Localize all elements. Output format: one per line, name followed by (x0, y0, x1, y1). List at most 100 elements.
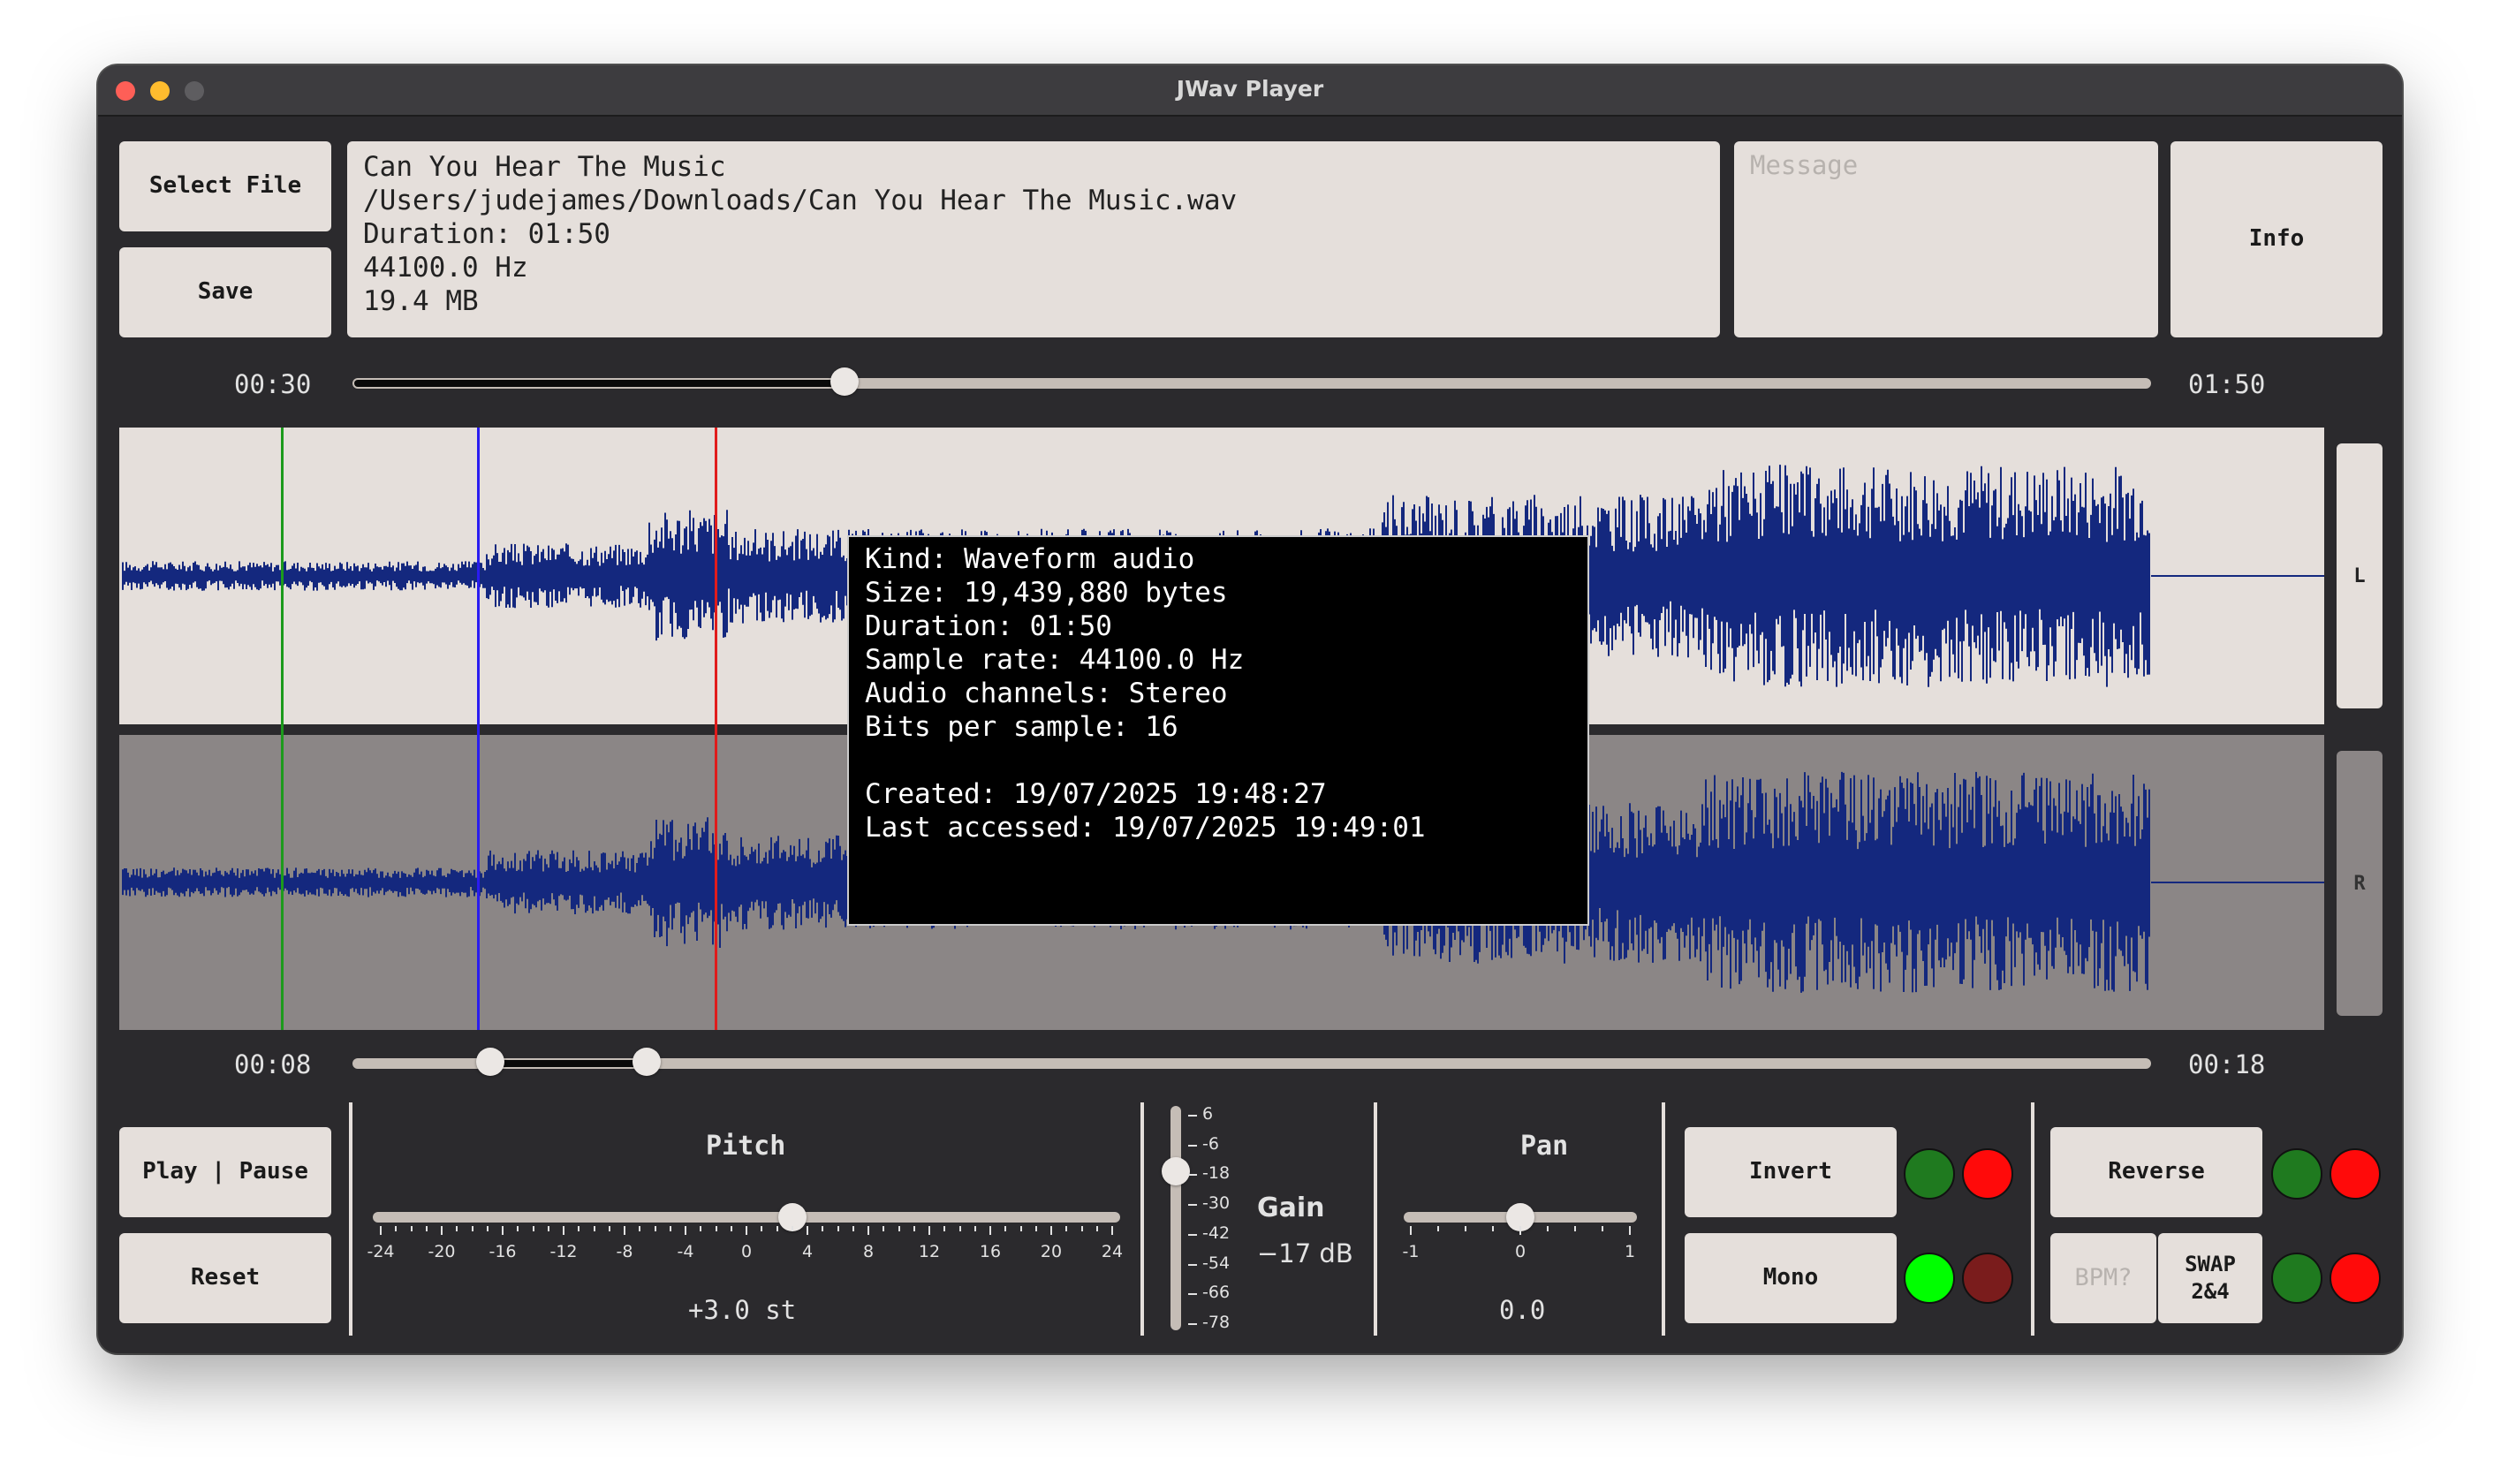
tooltip-channels: Audio channels: Stereo (865, 678, 1228, 709)
scale-label: 4 (801, 1242, 814, 1261)
scale-minor-tick (822, 1226, 824, 1231)
gain-slider-track[interactable] (1170, 1106, 1181, 1330)
gain-value: −17 dB (1257, 1238, 1353, 1268)
scale-minor-tick (532, 1226, 534, 1231)
reset-button[interactable]: Reset (119, 1233, 331, 1323)
scale-tick (685, 1226, 686, 1235)
scale-tick (1519, 1226, 1521, 1235)
file-path: /Users/judejames/Downloads/Can You Hear … (363, 185, 1238, 216)
scale-label: -8 (616, 1242, 633, 1261)
select-file-button[interactable]: Select File (119, 141, 331, 231)
message-field[interactable]: Message (1734, 141, 2158, 337)
scale-tick (441, 1226, 443, 1235)
scale-minor-tick (669, 1226, 671, 1231)
scale-minor-tick (425, 1226, 428, 1231)
pitch-value: +3.0 st (688, 1295, 797, 1325)
scale-tick (1629, 1226, 1631, 1235)
section-divider (1662, 1102, 1665, 1336)
title-bar: JWav Player (98, 65, 2402, 117)
scale-minor-tick (791, 1226, 793, 1231)
reverse-off-indicator (2330, 1148, 2381, 1200)
scale-minor-tick (1095, 1226, 1098, 1231)
section-divider (349, 1102, 352, 1336)
invert-button[interactable]: Invert (1685, 1127, 1897, 1217)
tooltip-duration: Duration: 01:50 (865, 610, 1112, 642)
scale-label: -12 (549, 1242, 578, 1261)
pan-value: 0.0 (1499, 1295, 1546, 1325)
mono-button[interactable]: Mono (1685, 1233, 1897, 1323)
gain-scale-tick (1188, 1263, 1197, 1266)
scale-tick (1111, 1226, 1113, 1235)
gain-scale-label: 6 (1202, 1104, 1214, 1124)
mono-off-indicator (1962, 1253, 2013, 1304)
pitch-slider-track[interactable] (373, 1212, 1120, 1223)
tooltip-spacer: ​ (865, 744, 1572, 777)
file-info-panel: Can You Hear The Music/Users/judejames/D… (347, 141, 1720, 337)
loop-start-time: 00:08 (234, 1049, 312, 1079)
scale-minor-tick (593, 1226, 595, 1231)
play-pause-button[interactable]: Play | Pause (119, 1127, 331, 1217)
position-slider-handle[interactable] (830, 367, 859, 396)
file-duration: Duration: 01:50 (363, 218, 610, 250)
bpm-input[interactable]: BPM? (2050, 1233, 2156, 1323)
gain-scale-tick (1188, 1233, 1197, 1236)
scale-minor-tick (486, 1226, 489, 1231)
mono-on-indicator (1904, 1253, 1955, 1304)
scale-tick (867, 1226, 869, 1235)
info-button[interactable]: Info (2170, 141, 2383, 337)
scale-minor-tick (883, 1226, 885, 1231)
scale-minor-tick (517, 1226, 519, 1231)
swap-label-line1: SWAP (2185, 1251, 2236, 1276)
scale-tick (1410, 1226, 1412, 1235)
pan-label: Pan (1520, 1131, 1569, 1162)
loop-end-handle[interactable] (633, 1048, 662, 1076)
scale-label: -16 (489, 1242, 517, 1261)
scale-minor-tick (1019, 1226, 1022, 1231)
section-divider (2031, 1102, 2034, 1336)
scale-label: 16 (979, 1242, 1002, 1261)
loop-range-fill (490, 1060, 648, 1067)
scale-minor-tick (1034, 1226, 1037, 1231)
loop-end-marker[interactable] (715, 428, 717, 1030)
gain-scale-label: -42 (1202, 1223, 1231, 1243)
tooltip-accessed: Last accessed: 19/07/2025 19:49:01 (865, 812, 1426, 844)
invert-off-indicator (1962, 1148, 2013, 1200)
scale-label: 1 (1624, 1242, 1636, 1261)
scale-minor-tick (395, 1226, 398, 1231)
loop-start-handle[interactable] (476, 1048, 505, 1076)
file-name: Can You Hear The Music (363, 151, 726, 183)
scale-minor-tick (898, 1226, 900, 1231)
scale-label: 0 (1514, 1242, 1527, 1261)
reverse-button[interactable]: Reverse (2050, 1127, 2262, 1217)
scale-label: -4 (677, 1242, 694, 1261)
left-channel-button[interactable]: L (2337, 443, 2383, 708)
file-info-tooltip: Kind: Waveform audio Size: 19,439,880 byt… (847, 535, 1589, 926)
right-channel-button[interactable]: R (2337, 751, 2383, 1016)
playhead-marker[interactable] (477, 428, 480, 1030)
scale-minor-tick (1602, 1226, 1603, 1231)
scale-minor-tick (913, 1226, 915, 1231)
tooltip-created: Created: 19/07/2025 19:48:27 (865, 778, 1327, 810)
scale-tick (502, 1226, 504, 1235)
scale-tick (563, 1226, 564, 1235)
scale-tick (1050, 1226, 1052, 1235)
gain-scale-tick (1188, 1323, 1197, 1325)
scale-minor-tick (761, 1226, 763, 1231)
scale-minor-tick (1437, 1226, 1439, 1231)
pitch-label: Pitch (706, 1131, 786, 1162)
swap-2-4-button[interactable]: SWAP 2&4 (2158, 1233, 2262, 1323)
scale-label: 8 (862, 1242, 875, 1261)
save-button[interactable]: Save (119, 247, 331, 337)
scale-tick (746, 1226, 747, 1235)
loop-start-marker[interactable] (281, 428, 284, 1030)
scale-minor-tick (608, 1226, 610, 1231)
scale-label: 24 (1101, 1242, 1124, 1261)
scale-minor-tick (1574, 1226, 1576, 1231)
scale-tick (624, 1226, 625, 1235)
scale-minor-tick (547, 1226, 549, 1231)
scale-label: 12 (918, 1242, 941, 1261)
gain-scale-tick (1188, 1115, 1197, 1117)
swap-label-line2: 2&4 (2191, 1279, 2230, 1304)
gain-slider-handle[interactable] (1162, 1157, 1190, 1185)
gain-scale-tick (1188, 1293, 1197, 1296)
